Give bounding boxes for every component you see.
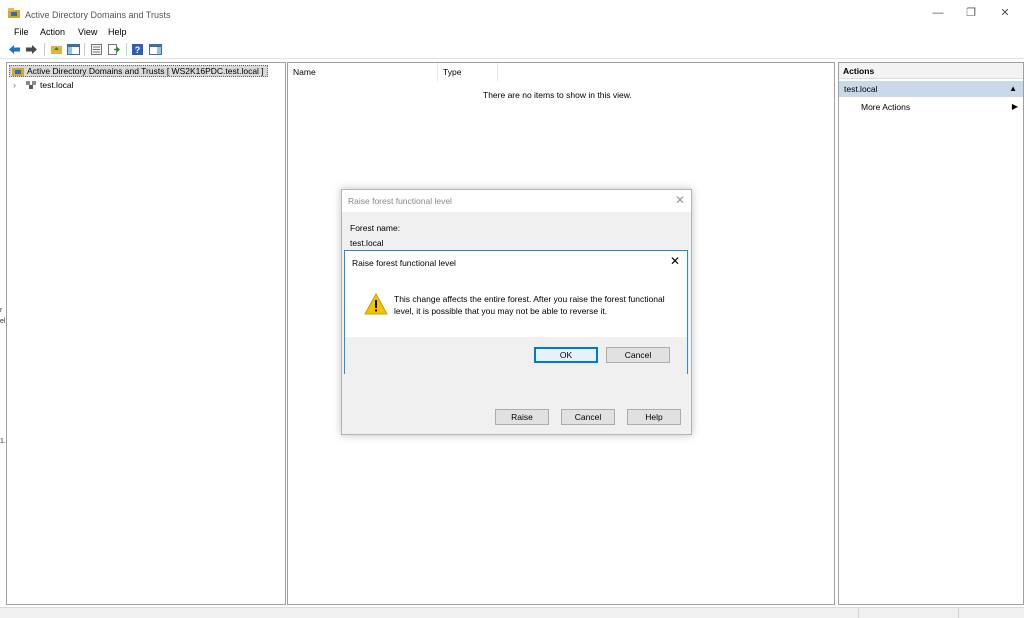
- svg-text:?: ?: [135, 45, 141, 55]
- up-folder-icon[interactable]: [50, 43, 63, 56]
- tree-root-item[interactable]: Active Directory Domains and Trusts [ WS…: [9, 65, 268, 77]
- forest-name-value: test.local: [350, 238, 384, 248]
- domain-icon: [26, 81, 36, 89]
- tree-root-label: Active Directory Domains and Trusts [ WS…: [27, 66, 264, 76]
- window-title: Active Directory Domains and Trusts: [25, 10, 171, 20]
- more-actions-item[interactable]: More Actions: [861, 100, 910, 114]
- menu-file[interactable]: File: [14, 27, 29, 37]
- status-segment: [958, 608, 959, 618]
- title-bar: Active Directory Domains and Trusts — ❐ …: [0, 0, 1024, 24]
- raise-button[interactable]: Raise: [495, 409, 549, 425]
- column-header-name[interactable]: Name: [288, 63, 438, 81]
- forward-icon[interactable]: [25, 43, 38, 56]
- warning-icon: [364, 293, 388, 315]
- actions-pane: Actions test.local ▲ More Actions ▶: [838, 62, 1024, 605]
- menu-view[interactable]: View: [78, 27, 97, 37]
- status-bar: [0, 607, 1024, 618]
- restore-button[interactable]: ❐: [961, 6, 981, 20]
- status-segment: [858, 608, 859, 618]
- show-hide-console-tree-icon[interactable]: [67, 43, 80, 56]
- confirm-close-button[interactable]: ✕: [670, 254, 680, 268]
- confirm-button-area: OK Cancel: [345, 337, 687, 374]
- properties-icon[interactable]: [90, 43, 103, 56]
- submenu-arrow-icon[interactable]: ▶: [1012, 100, 1018, 114]
- cancel-button[interactable]: Cancel: [561, 409, 615, 425]
- menu-bar: File Action View Help: [0, 24, 1024, 40]
- actions-section-test-local[interactable]: test.local ▲: [839, 81, 1023, 97]
- ad-domains-trusts-icon: [12, 68, 24, 76]
- toolbar-separator: [84, 43, 85, 56]
- dialog-close-button[interactable]: ✕: [675, 193, 685, 207]
- dialog-title: Raise forest functional level: [348, 196, 452, 206]
- ad-domains-trusts-app-icon: [8, 8, 20, 18]
- confirm-message: This change affects the entire forest. A…: [394, 294, 665, 316]
- toolbar: ?: [0, 40, 1024, 59]
- menu-action[interactable]: Action: [40, 27, 65, 37]
- offscreen-text-fragment: r: [0, 307, 3, 314]
- close-window-button[interactable]: ✕: [995, 6, 1015, 20]
- confirm-cancel-button[interactable]: Cancel: [606, 347, 670, 363]
- console-tree-pane: Active Directory Domains and Trusts [ WS…: [6, 62, 286, 605]
- offscreen-text-fragment: el: [0, 318, 6, 325]
- column-header-type[interactable]: Type: [438, 63, 498, 81]
- collapse-up-icon[interactable]: ▲: [1009, 81, 1017, 97]
- forest-name-label: Forest name:: [350, 223, 401, 233]
- tree-item-test-local[interactable]: › test.local: [13, 79, 103, 91]
- help-button[interactable]: Help: [627, 409, 681, 425]
- confirm-raise-dialog: Raise forest functional level ✕ This cha…: [344, 250, 688, 374]
- empty-list-message: There are no items to show in this view.: [483, 90, 632, 100]
- dialog-title-bar: Raise forest functional level ✕: [342, 190, 691, 212]
- ok-button[interactable]: OK: [534, 347, 598, 363]
- back-icon[interactable]: [8, 43, 21, 56]
- show-hide-action-pane-icon[interactable]: [149, 43, 162, 56]
- toolbar-separator: [126, 43, 127, 56]
- toolbar-separator: [44, 43, 45, 56]
- offscreen-text-fragment: 1.: [0, 438, 6, 445]
- actions-header: Actions: [839, 63, 1023, 79]
- export-list-icon[interactable]: [107, 43, 120, 56]
- minimize-button[interactable]: —: [928, 6, 948, 20]
- help-icon[interactable]: ?: [131, 43, 144, 56]
- expand-chevron-icon[interactable]: ›: [13, 79, 16, 91]
- confirm-title: Raise forest functional level: [352, 258, 456, 268]
- tree-item-label: test.local: [40, 80, 74, 90]
- actions-section-label: test.local: [844, 84, 878, 94]
- menu-help[interactable]: Help: [108, 27, 127, 37]
